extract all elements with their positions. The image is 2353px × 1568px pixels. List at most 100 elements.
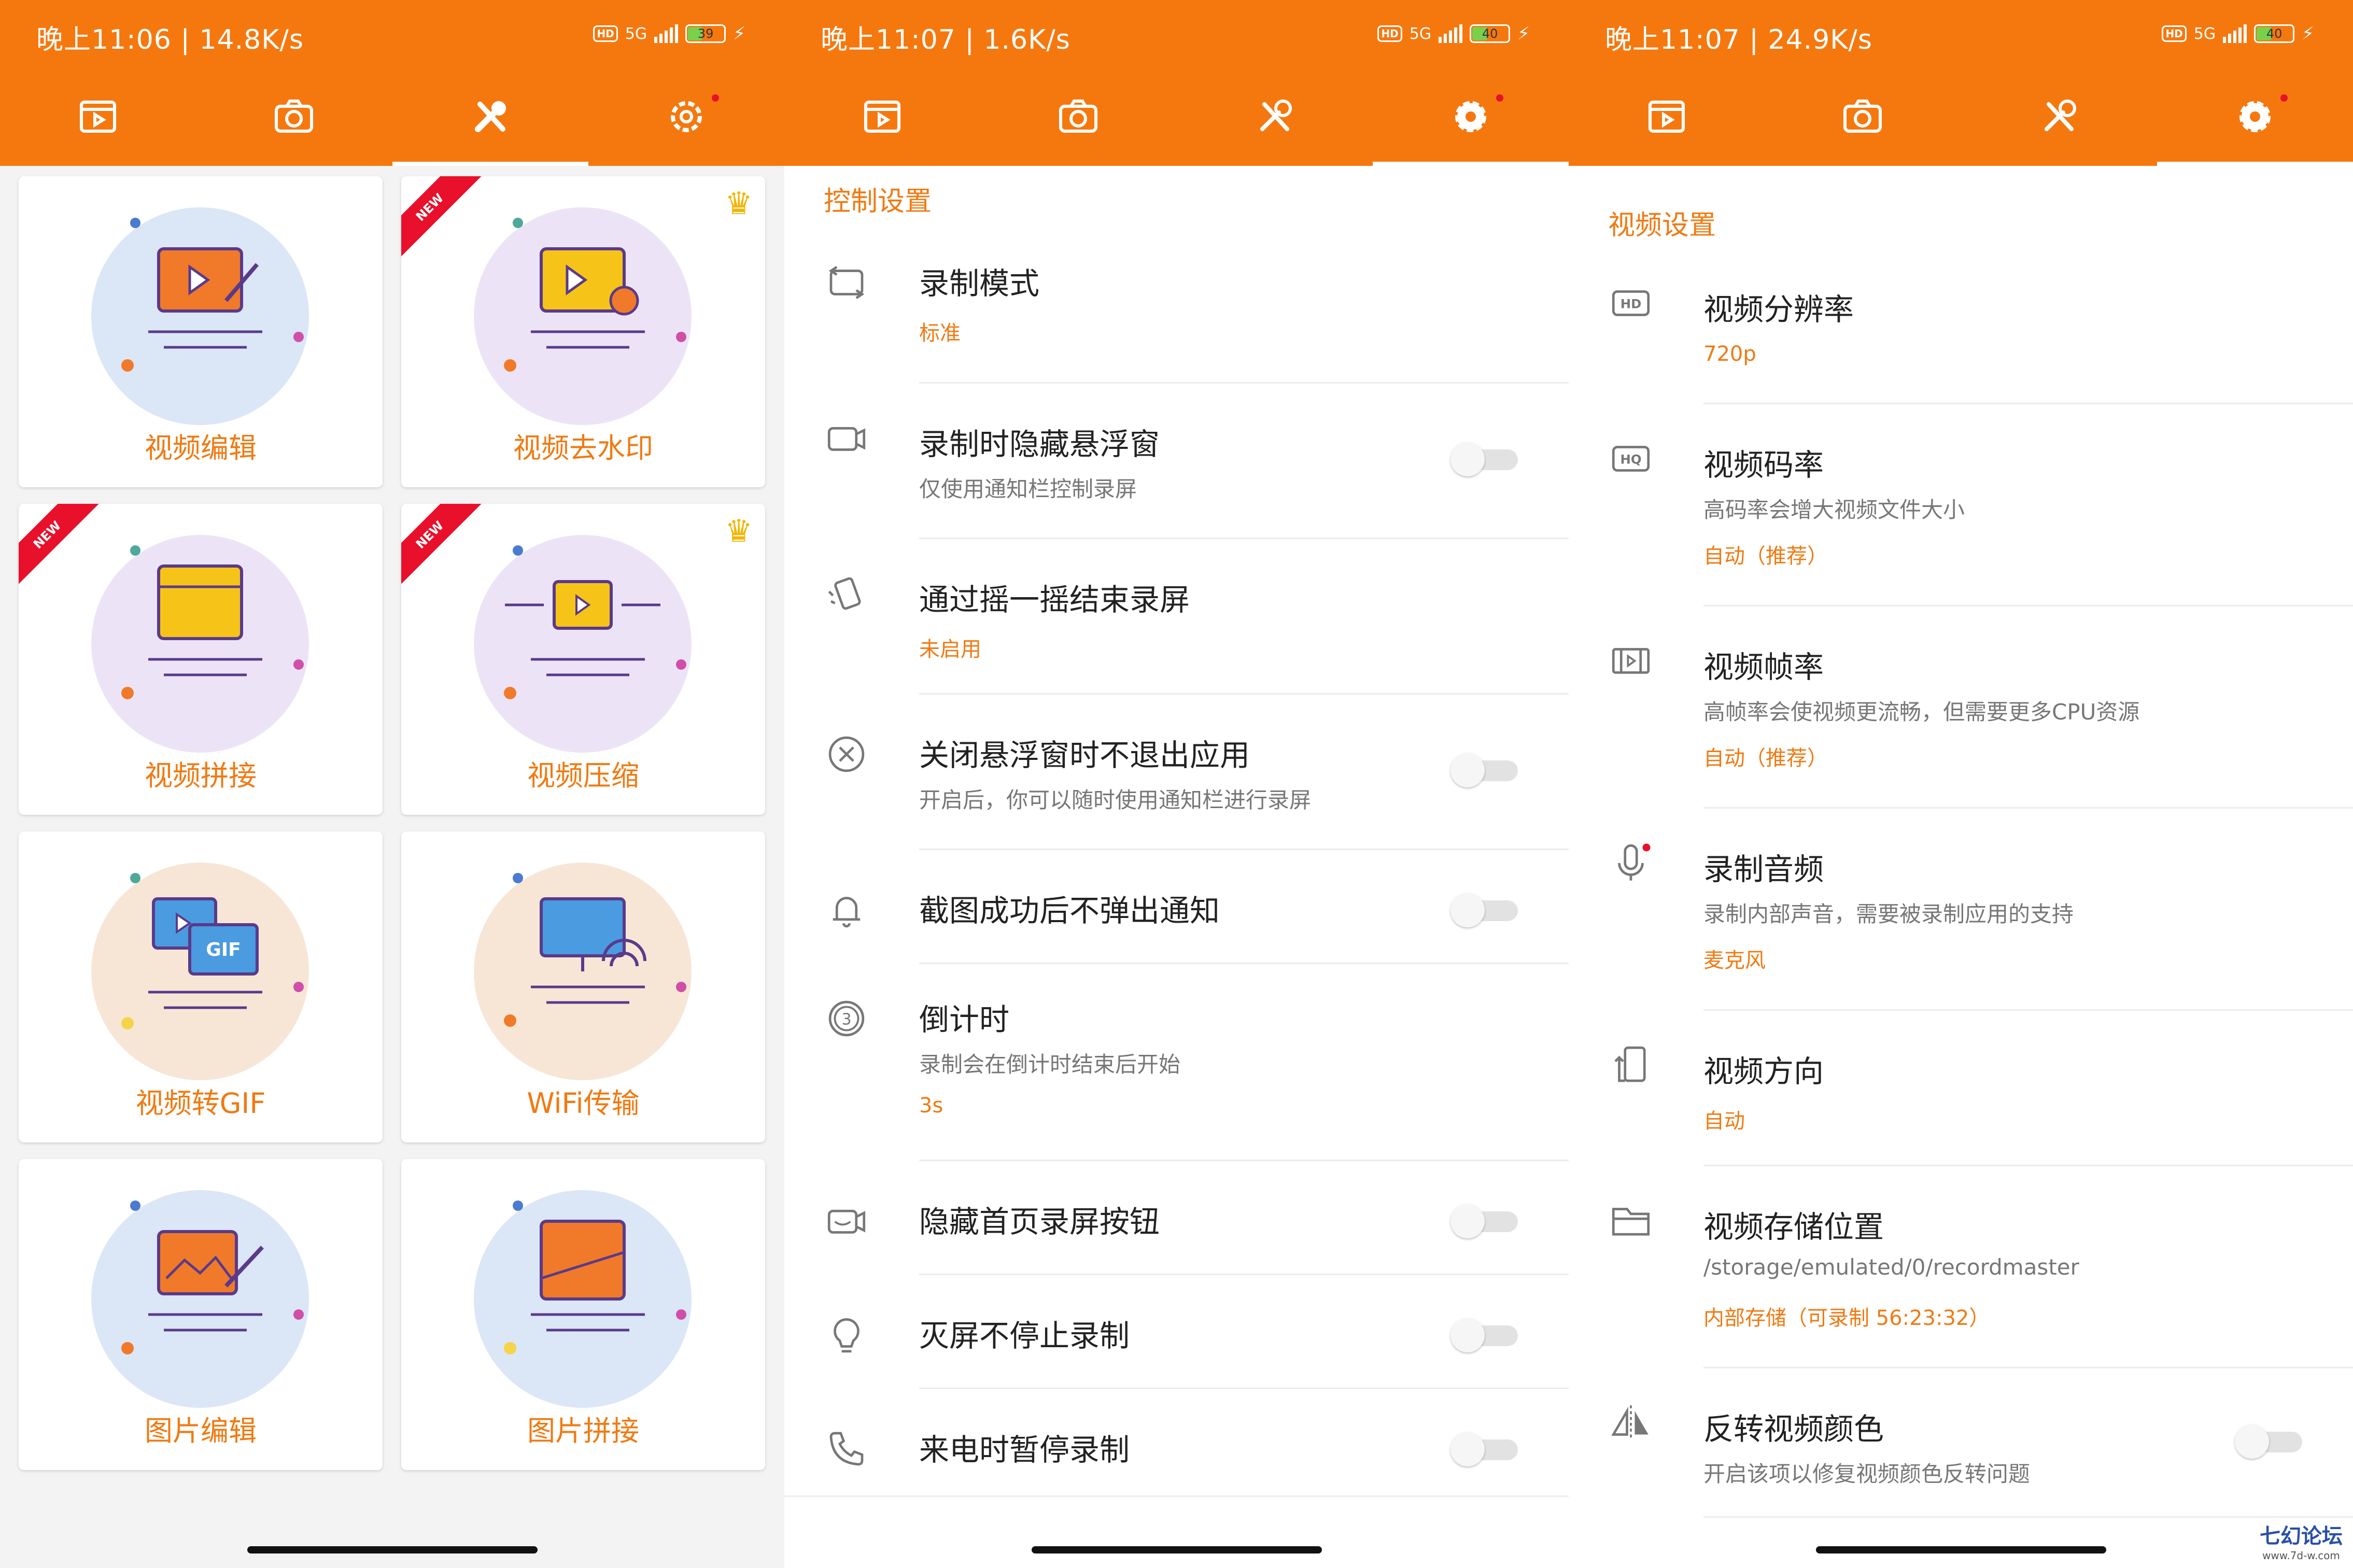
watermark-url: www.7d-w.com	[2262, 1549, 2340, 1562]
camera-icon	[1059, 100, 1098, 133]
tool-card-video-merge[interactable]: NEW 视频拼接	[19, 504, 383, 815]
setting-value: 3s	[919, 1094, 943, 1118]
notification-dot	[2280, 94, 2288, 102]
tool-card-image-edit[interactable]: 图片编辑	[19, 1159, 383, 1470]
toggle-switch[interactable]	[1450, 1428, 1523, 1466]
toggle-switch[interactable]	[1450, 1314, 1523, 1352]
home-indicator[interactable]	[247, 1546, 538, 1553]
camera-outline-icon	[827, 427, 866, 451]
setting-row-record-mode[interactable]: 录制模式 标准	[784, 249, 1569, 384]
tab-tools[interactable]	[392, 67, 589, 166]
status-bar: 晚上11:06 | 14.8K/s HD 5G 39 ⚡	[0, 0, 784, 67]
setting-subtitle: 录制内部声音，需要被录制应用的支持	[1703, 901, 2074, 927]
wifi-illustration	[504, 873, 686, 1027]
home-indicator[interactable]	[1031, 1546, 1322, 1553]
bell-icon	[833, 897, 861, 928]
image-edit-illustration	[121, 1200, 304, 1354]
toggle-switch[interactable]	[1450, 438, 1523, 476]
setting-row-framerate[interactable]: 视频帧率 高帧率会使视频更流畅，但需要更多CPU资源 自动（推荐）	[1569, 627, 2353, 809]
tool-card-image-merge[interactable]: 图片拼接	[401, 1159, 765, 1470]
top-tab-bar	[1569, 67, 2353, 166]
setting-row-keep-app[interactable]: 关闭悬浮窗时不退出应用 开启后，你可以随时使用通知栏进行录屏	[784, 715, 1569, 850]
image-merge-illustration	[504, 1200, 686, 1354]
record-mode-icon	[828, 266, 865, 299]
setting-value: 720p	[1703, 342, 1756, 366]
toggle-switch[interactable]	[1450, 889, 1523, 927]
toggle-switch[interactable]	[2235, 1420, 2307, 1459]
tab-screenshots[interactable]	[1765, 67, 1961, 166]
setting-row-hide-home-button[interactable]: 隐藏首页录屏按钮	[784, 1182, 1569, 1275]
home-indicator[interactable]	[1815, 1546, 2106, 1553]
setting-value: 自动（推荐）	[1703, 746, 1828, 770]
tools-screen: 晚上11:06 | 14.8K/s HD 5G 39 ⚡ 视频编辑 NEW ♛ …	[0, 0, 784, 1568]
setting-title: 倒计时	[919, 1002, 1010, 1037]
divider	[1703, 1516, 2353, 1518]
setting-title: 截图成功后不弹出通知	[919, 893, 1220, 928]
setting-row-pause-on-call[interactable]: 来电时暂停录制	[784, 1410, 1569, 1503]
countdown-icon: 3	[828, 1000, 865, 1037]
divider	[919, 1160, 1569, 1161]
bulb-icon	[834, 1318, 860, 1353]
battery-icon: 40	[2254, 24, 2295, 43]
setting-row-hide-float[interactable]: 录制时隐藏悬浮窗 仅使用通知栏控制录屏	[784, 404, 1569, 539]
setting-title: 通过摇一摇结束录屏	[919, 582, 1190, 617]
setting-row-invert-colors[interactable]: 反转视频颜色 开启该项以修复视频颜色反转问题	[1569, 1389, 2353, 1524]
setting-value: 自动	[1703, 1109, 1745, 1133]
charging-icon: ⚡	[733, 23, 745, 44]
tab-screenshots[interactable]	[196, 67, 392, 166]
network-type: 5G	[2193, 24, 2216, 43]
status-bar: 晚上11:07 | 24.9K/s HD 5G 40 ⚡	[1569, 0, 2353, 67]
tab-screenshots[interactable]	[980, 67, 1176, 166]
tab-settings[interactable]	[1372, 67, 1569, 166]
tab-videos[interactable]	[784, 67, 980, 166]
section-title: 视频设置	[1608, 210, 1716, 241]
setting-row-record-audio[interactable]: 录制音频 录制内部声音，需要被录制应用的支持 麦克风	[1569, 829, 2353, 1011]
tool-card-video-edit[interactable]: 视频编辑	[19, 176, 383, 487]
tool-label: 视频编辑	[145, 432, 257, 464]
hd-voice-icon: HD	[593, 25, 618, 42]
setting-row-orientation[interactable]: 视频方向 自动	[1569, 1032, 2353, 1166]
status-bar: 晚上11:07 | 1.6K/s HD 5G 40 ⚡	[784, 0, 1569, 67]
section-title: 控制设置	[824, 186, 932, 217]
tool-card-video-compress[interactable]: NEW ♛ 视频压缩	[401, 504, 765, 815]
svg-text:3: 3	[841, 1010, 851, 1028]
setting-row-countdown[interactable]: 3 倒计时 录制会在倒计时结束后开始 3s	[784, 985, 1569, 1161]
tab-videos[interactable]	[1569, 67, 1765, 166]
setting-value: 未启用	[919, 638, 981, 661]
tool-card-video-to-gif[interactable]: GIF 视频转GIF	[19, 831, 383, 1142]
toggle-switch[interactable]	[1450, 749, 1523, 787]
tab-settings[interactable]	[2157, 67, 2353, 166]
phone-icon	[829, 1432, 864, 1466]
setting-row-screenshot-notify[interactable]: 截图成功后不弹出通知	[784, 871, 1569, 964]
divider	[1703, 403, 2353, 404]
film-icon	[1612, 648, 1650, 674]
flip-icon	[1611, 1405, 1648, 1440]
setting-subtitle: 开启该项以修复视频颜色反转问题	[1703, 1461, 2031, 1487]
tab-settings[interactable]	[588, 67, 784, 166]
svg-text:HQ: HQ	[1620, 451, 1641, 467]
charging-icon: ⚡	[2302, 23, 2314, 44]
settings-icon	[670, 101, 702, 132]
divider	[784, 1495, 1569, 1497]
setting-row-resolution[interactable]: HD 视频分辨率 720p	[1569, 270, 2353, 404]
setting-row-shake-stop[interactable]: 通过摇一摇结束录屏 未启用	[784, 560, 1569, 695]
setting-title: 来电时暂停录制	[919, 1432, 1130, 1467]
divider	[919, 1274, 1569, 1275]
divider	[919, 963, 1569, 964]
tool-card-remove-watermark[interactable]: NEW ♛ 视频去水印	[401, 176, 765, 487]
tab-tools[interactable]	[1177, 67, 1373, 166]
setting-row-bitrate[interactable]: HQ 视频码率 高码率会增大视频文件大小 自动（推荐）	[1569, 425, 2353, 606]
watermark-illustration	[504, 218, 686, 372]
setting-title: 隐藏首页录屏按钮	[919, 1204, 1160, 1239]
tab-videos[interactable]	[0, 67, 196, 166]
divider	[919, 849, 1569, 850]
setting-subtitle: /storage/emulated/0/recordmaster	[1703, 1254, 2079, 1280]
crown-icon: ♛	[725, 513, 753, 549]
toggle-switch[interactable]	[1450, 1200, 1523, 1238]
tool-label: 图片拼接	[527, 1415, 639, 1447]
tab-tools[interactable]	[1961, 67, 2157, 166]
tool-card-wifi-transfer[interactable]: WiFi传输	[401, 831, 765, 1142]
setting-row-screen-off[interactable]: 灭屏不停止录制	[784, 1296, 1569, 1389]
setting-row-storage[interactable]: 视频存储位置 /storage/emulated/0/recordmaster …	[1569, 1187, 2353, 1368]
status-time: 晚上11:07 | 1.6K/s	[821, 24, 1070, 55]
